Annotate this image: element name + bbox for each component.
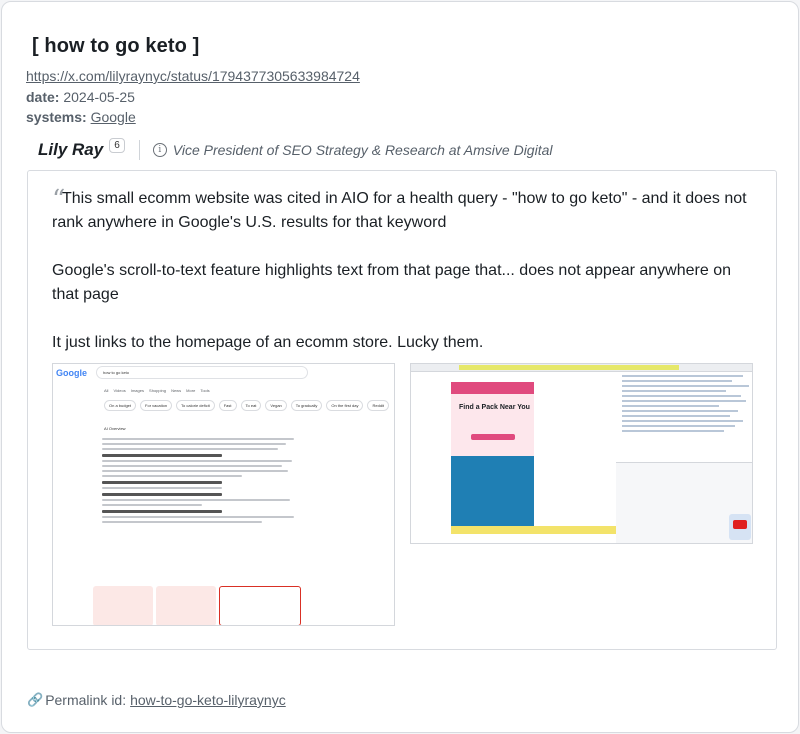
- store-panel-title: Find a Pack Near You: [459, 404, 530, 411]
- author-name: Lily Ray: [38, 140, 104, 159]
- post-text: This small ecomm website was cited in AI…: [52, 187, 752, 379]
- permalink-id-link[interactable]: how-to-go-keto-lilyraynyc: [130, 692, 286, 708]
- highlighted-url: [459, 365, 679, 370]
- store-header: [451, 382, 534, 394]
- play-icon: [733, 520, 747, 529]
- store-button: [471, 434, 515, 440]
- author-role: Vice President of SEO Strategy & Researc…: [172, 142, 553, 158]
- devtools-code: [616, 372, 752, 462]
- permalink-row: 🔗 Permalink id: how-to-go-keto-lilyrayny…: [27, 692, 286, 708]
- page-title: [ how to go keto ]: [32, 35, 200, 57]
- post-paragraph-1: This small ecomm website was cited in AI…: [52, 190, 747, 231]
- source-card: [156, 586, 216, 625]
- filter-chip: To calorie deficit: [176, 400, 215, 411]
- tweet-card: [ how to go keto ] https://x.com/lilyray…: [1, 1, 799, 733]
- google-tabs: All Videos Images Shopping News More Too…: [104, 388, 210, 393]
- devtools-screenshot[interactable]: Find a Pack Near You: [410, 363, 753, 544]
- info-icon: i: [152, 143, 167, 157]
- ai-overview-label: AI Overview: [104, 426, 126, 431]
- filter-chip: On a budget: [104, 400, 137, 411]
- permalink-label: Permalink id:: [45, 692, 127, 708]
- browser-address-bar: [411, 364, 752, 372]
- filter-chip: To eat: [240, 400, 262, 411]
- link-icon: 🔗: [27, 692, 44, 707]
- post-quote-box: “ This small ecomm website was cited in …: [27, 170, 777, 650]
- date-label: date:: [26, 89, 60, 105]
- filter-chip: For vacation: [140, 400, 173, 411]
- post-paragraph-2: Google's scroll-to-text feature highligh…: [52, 262, 731, 303]
- author-count-badge: 6: [109, 137, 125, 153]
- post-paragraph-3: It just links to the homepage of an ecom…: [52, 334, 484, 351]
- source-card: [93, 586, 153, 625]
- filter-chip: To gradually: [290, 400, 323, 411]
- source-url-link[interactable]: https://x.com/lilyraynyc/status/17943773…: [26, 68, 360, 84]
- google-search-screenshot[interactable]: Google how to go keto All Videos Images …: [52, 363, 395, 626]
- author-divider: [138, 140, 140, 160]
- filter-chip: Fast: [218, 400, 237, 411]
- author-row: Lily Ray 6 i Vice President of SEO Strat…: [38, 137, 553, 162]
- filter-chip: On the first day: [326, 400, 364, 411]
- google-search-box: how to go keto: [96, 366, 308, 379]
- filter-chip: Vegan: [265, 400, 287, 411]
- google-filter-chips: On a budget For vacation To calorie defi…: [104, 400, 390, 411]
- systems-line: systems: Google: [26, 109, 136, 125]
- source-cards: [93, 586, 301, 625]
- source-url-line: https://x.com/lilyraynyc/status/17943773…: [26, 68, 360, 84]
- ai-overview-text-lines: [102, 438, 302, 526]
- date-line: date: 2024-05-25: [26, 89, 135, 105]
- highlighted-source-card: [219, 586, 301, 625]
- systems-label: systems:: [26, 109, 87, 125]
- store-hero-image: [451, 456, 534, 526]
- google-logo: Google: [56, 368, 87, 378]
- store-bottom-bar: [451, 526, 621, 534]
- date-value: 2024-05-25: [63, 89, 135, 105]
- systems-link[interactable]: Google: [91, 109, 136, 125]
- filter-chip: Reddit: [367, 400, 390, 411]
